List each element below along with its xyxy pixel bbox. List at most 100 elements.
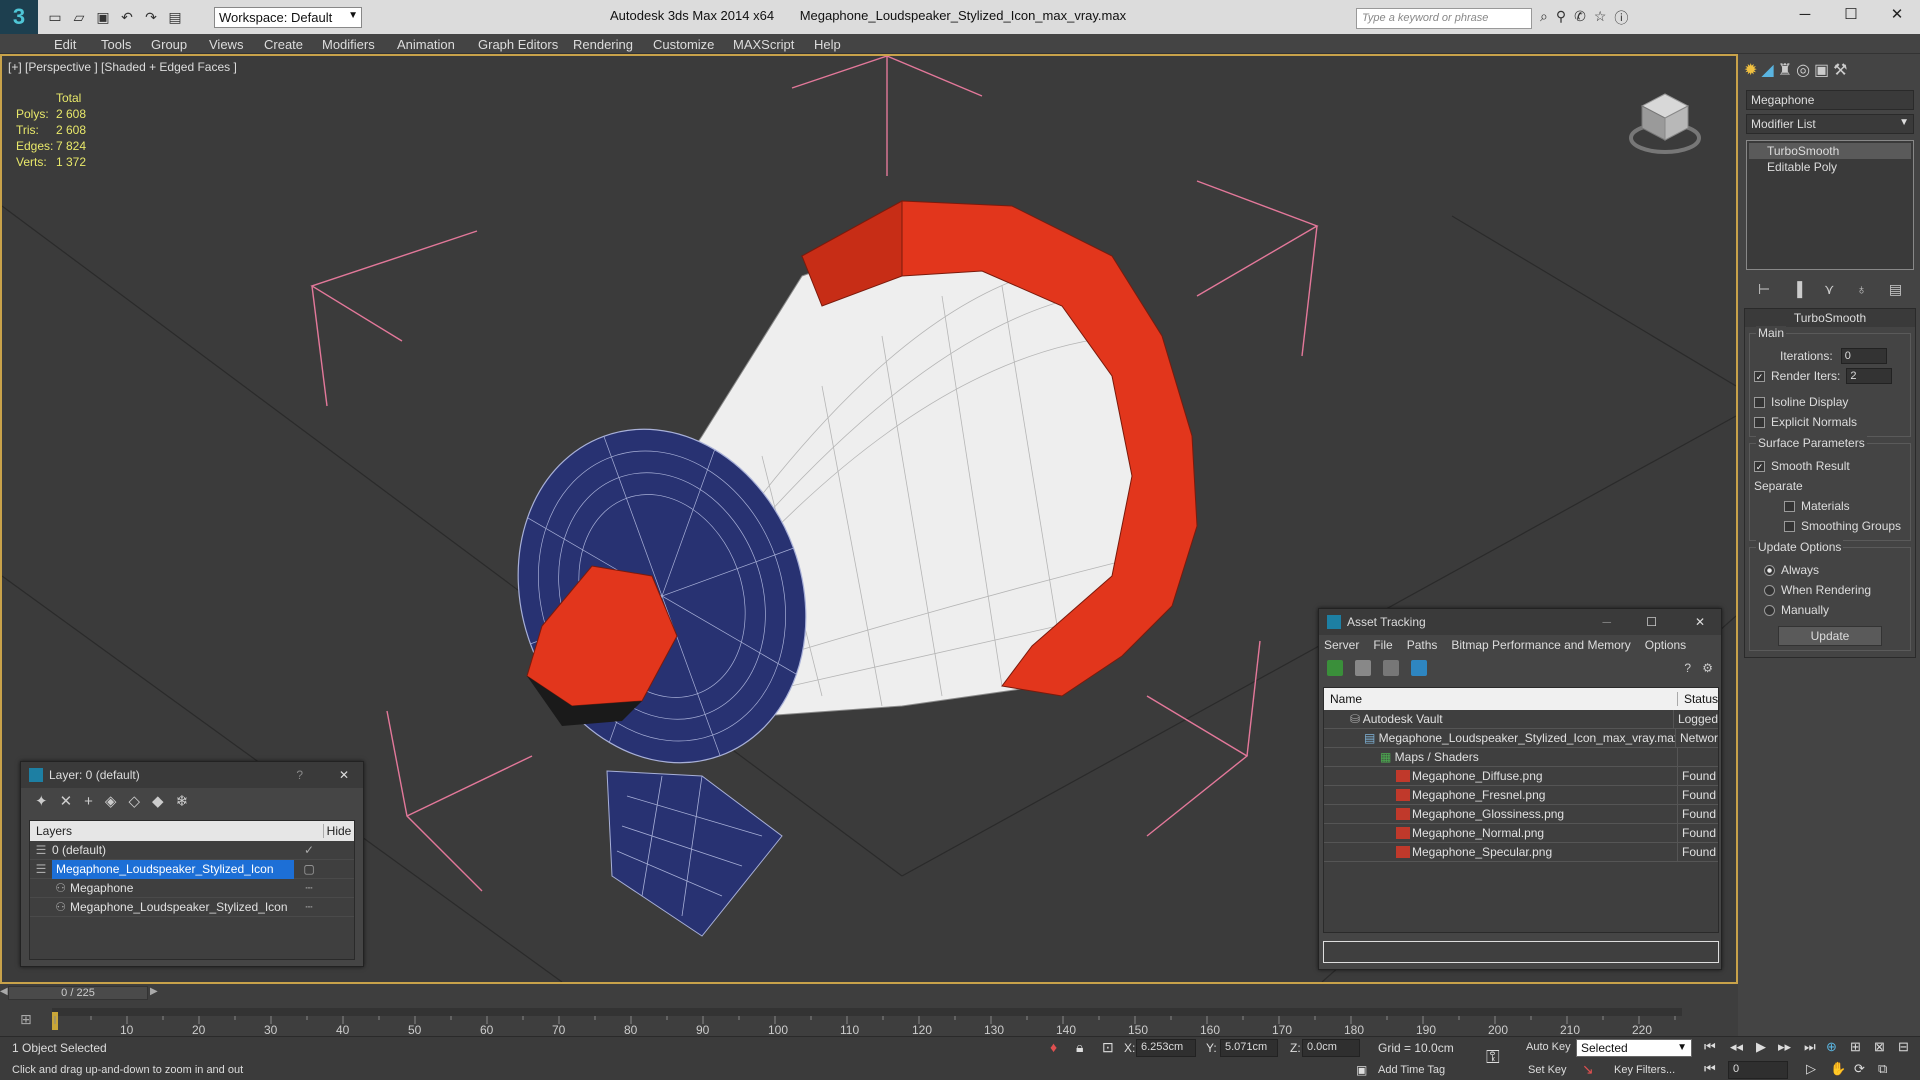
tree-view-icon[interactable]: [1383, 660, 1399, 676]
render-iters-checkbox[interactable]: ✓: [1754, 370, 1765, 382]
menu-group[interactable]: Group: [151, 37, 187, 52]
hide-toggle[interactable]: ▢: [294, 862, 324, 876]
open-file-icon[interactable]: ▱: [70, 8, 88, 26]
table-view-icon[interactable]: [1411, 660, 1427, 676]
current-frame-field[interactable]: 0: [1728, 1061, 1788, 1079]
layer-window-header[interactable]: Layer: 0 (default) ? ✕: [21, 762, 363, 788]
asset-settings-icon[interactable]: ⚙: [1702, 661, 1713, 675]
perspective-viewport[interactable]: [+] [Perspective ] [Shaded + Edged Faces…: [0, 54, 1738, 984]
always-radio[interactable]: [1764, 564, 1775, 576]
favorites-star-icon[interactable]: ☆: [1594, 8, 1607, 28]
asset-close-button[interactable]: ✕: [1695, 615, 1705, 629]
menu-create[interactable]: Create: [264, 37, 303, 52]
help-icon[interactable]: ⓘ: [1614, 8, 1628, 28]
next-frame-icon[interactable]: ▶: [150, 986, 158, 997]
asset-tracking-window[interactable]: Asset Tracking ─ ☐ ✕ Server File Paths B…: [1318, 608, 1722, 970]
hide-toggle[interactable]: ┄: [294, 900, 324, 914]
search-input[interactable]: Type a keyword or phrase: [1356, 8, 1532, 29]
asset-help-icon[interactable]: ?: [1684, 661, 1691, 675]
col-hide[interactable]: Hide: [324, 824, 354, 838]
menu-views[interactable]: Views: [209, 37, 243, 52]
zoom-all-icon[interactable]: ⊞: [1850, 1039, 1861, 1055]
zoom-extents-icon[interactable]: ⊠: [1874, 1039, 1885, 1055]
freeze-layers-icon[interactable]: ❄: [176, 792, 189, 810]
pin-stack-icon[interactable]: ⊢: [1758, 281, 1770, 298]
x-coordinate-field[interactable]: 6.253cm: [1136, 1039, 1196, 1057]
workspace-dropdown[interactable]: Workspace: Default ▼: [214, 7, 362, 28]
create-layer-icon[interactable]: ✦: [35, 792, 48, 810]
help-button[interactable]: ?: [296, 768, 303, 782]
asset-row[interactable]: ▤ Megaphone_Loudspeaker_Stylized_Icon_ma…: [1324, 728, 1718, 748]
key-mode-icon[interactable]: ⏮: [1704, 1061, 1716, 1077]
asset-menu-paths[interactable]: Paths: [1407, 638, 1438, 652]
list-view-icon[interactable]: [1355, 660, 1371, 676]
asset-row[interactable]: Megaphone_Glossiness.png Found: [1324, 804, 1718, 824]
modifier-list-dropdown[interactable]: Modifier List ▼: [1746, 114, 1914, 134]
select-objects-icon[interactable]: ◈: [105, 792, 117, 810]
minimize-button[interactable]: ─: [1782, 0, 1828, 30]
app-logo-icon[interactable]: 3: [0, 0, 38, 34]
hide-layers-icon[interactable]: ◆: [152, 792, 164, 810]
new-file-icon[interactable]: ▭: [46, 8, 64, 26]
menu-modifiers[interactable]: Modifiers: [322, 37, 375, 52]
key-filters-button[interactable]: Key Filters...: [1614, 1064, 1675, 1076]
object-name-field[interactable]: Megaphone: [1746, 90, 1914, 110]
orbit-icon[interactable]: ⟳: [1854, 1061, 1865, 1077]
z-coordinate-field[interactable]: 0.0cm: [1302, 1039, 1360, 1057]
communication-icon[interactable]: ✆: [1574, 8, 1586, 28]
asset-row[interactable]: Megaphone_Diffuse.png Found: [1324, 766, 1718, 786]
time-tag-icon[interactable]: ▣: [1356, 1063, 1367, 1077]
add-time-tag[interactable]: Add Time Tag: [1378, 1064, 1445, 1076]
set-key-button[interactable]: Set Key: [1528, 1064, 1567, 1076]
utilities-tab-icon[interactable]: ⚒: [1833, 60, 1847, 80]
manually-radio[interactable]: [1764, 604, 1775, 616]
layer-row[interactable]: ⚇ Megaphone ┄: [30, 879, 354, 898]
close-button[interactable]: ✕: [1874, 0, 1920, 30]
asset-row[interactable]: ▦ Maps / Shaders: [1324, 747, 1718, 767]
menu-graph-editors[interactable]: Graph Editors: [478, 37, 558, 52]
hide-check[interactable]: ✓: [294, 843, 324, 857]
viewcube-icon[interactable]: [1628, 86, 1702, 160]
layer-row[interactable]: ⚇ Megaphone_Loudspeaker_Stylized_Icon ┄: [30, 898, 354, 917]
isoline-checkbox[interactable]: [1754, 396, 1765, 408]
stack-item-editable-poly[interactable]: Editable Poly: [1749, 159, 1911, 175]
time-slider[interactable]: ◀ 0 / 225 ▶: [0, 984, 1738, 1002]
field-of-view-icon[interactable]: ▷: [1806, 1061, 1816, 1077]
asset-path-field[interactable]: [1323, 941, 1719, 963]
layer-row[interactable]: ☰ 0 (default) ✓: [30, 841, 354, 860]
col-layers[interactable]: Layers: [30, 824, 324, 838]
project-folder-icon[interactable]: ▤: [166, 8, 184, 26]
menu-tools[interactable]: Tools: [101, 37, 131, 52]
col-name[interactable]: Name: [1324, 692, 1678, 706]
layer-row[interactable]: ☰ Megaphone_Loudspeaker_Stylized_Icon ▢: [30, 859, 354, 879]
maximize-viewport-icon[interactable]: ⧉: [1878, 1061, 1887, 1077]
configure-sets-icon[interactable]: ▤: [1889, 281, 1902, 298]
prev-frame-icon[interactable]: ◀: [0, 986, 8, 997]
asset-row[interactable]: Megaphone_Specular.png Found: [1324, 842, 1718, 862]
absolute-mode-icon[interactable]: ⊡: [1102, 1039, 1114, 1056]
hide-toggle[interactable]: ┄: [294, 881, 324, 895]
go-to-end-icon[interactable]: ⏭: [1804, 1039, 1816, 1055]
highlight-layer-icon[interactable]: ◇: [128, 792, 140, 810]
asset-row[interactable]: Megaphone_Normal.png Found: [1324, 823, 1718, 843]
subscription-icon[interactable]: ⚲: [1556, 8, 1566, 28]
materials-checkbox[interactable]: [1784, 500, 1795, 512]
binoculars-icon[interactable]: ⌕: [1540, 8, 1548, 28]
update-button[interactable]: Update: [1778, 626, 1882, 646]
maximize-button[interactable]: ☐: [1828, 0, 1874, 30]
asset-menu-server[interactable]: Server: [1324, 638, 1359, 652]
motion-tab-icon[interactable]: ◎: [1796, 60, 1810, 80]
redo-icon[interactable]: ↷: [142, 8, 160, 26]
set-key-icon[interactable]: ↘: [1582, 1061, 1594, 1078]
smooth-result-checkbox[interactable]: ✓: [1754, 460, 1765, 472]
make-unique-icon[interactable]: ⋎: [1824, 281, 1834, 298]
menu-help[interactable]: Help: [814, 37, 841, 52]
create-tab-icon[interactable]: ✹: [1744, 60, 1757, 80]
asset-minimize-button[interactable]: ─: [1602, 615, 1611, 629]
rollout-title[interactable]: TurboSmooth: [1745, 309, 1915, 327]
menu-animation[interactable]: Animation: [397, 37, 455, 52]
undo-icon[interactable]: ↶: [118, 8, 136, 26]
refresh-icon[interactable]: [1327, 660, 1343, 676]
lock-icon[interactable]: 🔒︎: [1076, 1039, 1083, 1056]
hierarchy-tab-icon[interactable]: ♜: [1778, 60, 1792, 80]
